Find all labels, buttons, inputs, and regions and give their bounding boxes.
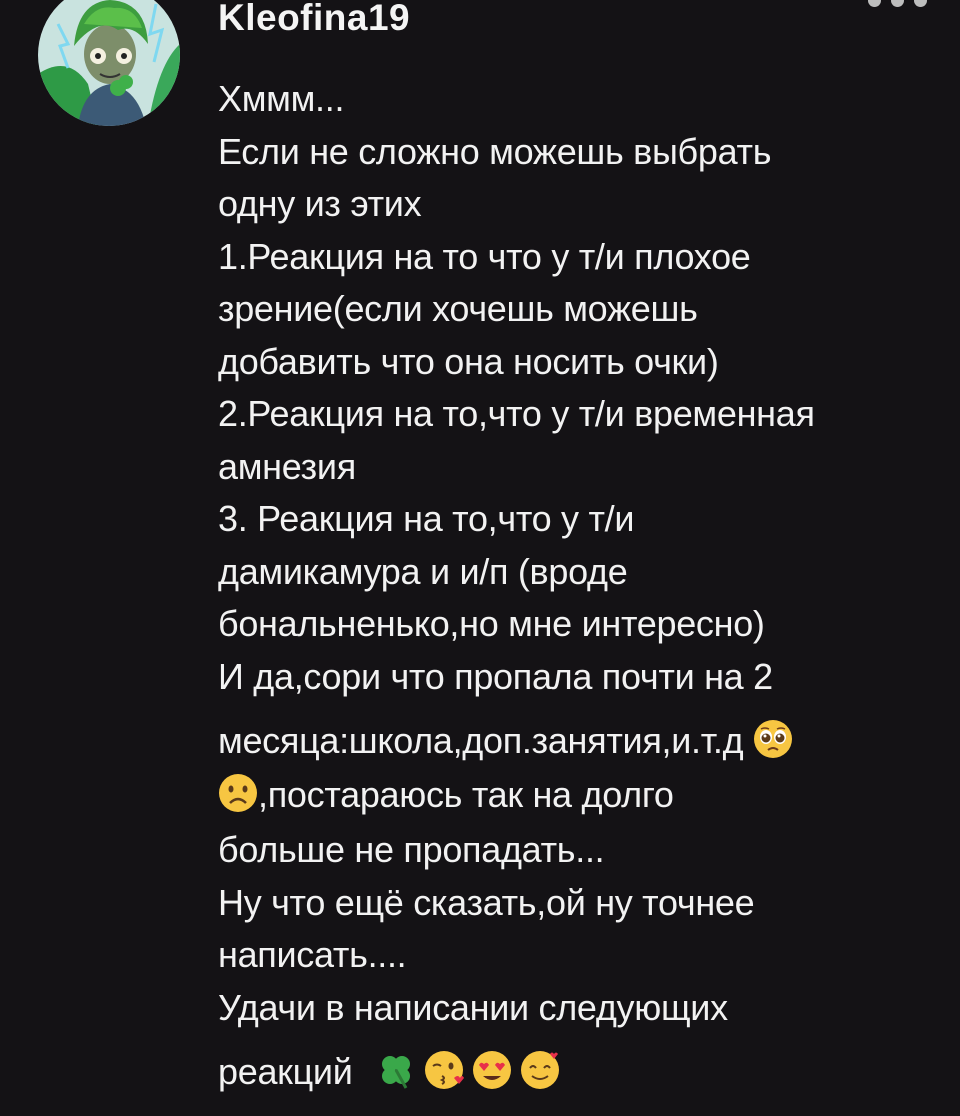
comment-line: больше не пропадать... (218, 829, 605, 870)
username[interactable]: Kleofina19 (218, 0, 410, 40)
comment: Kleofina19 Хммм... Если не сложно можешь… (0, 0, 960, 1116)
comment-line: амнезия (218, 445, 356, 487)
comment-line-with-emoji: реакций (218, 1034, 948, 1109)
comment-line: одну из этих (218, 183, 422, 224)
comment-text: Хммм... Если не сложно можешь выбрать од… (218, 73, 948, 1109)
comment-line: Если не сложно можешь выбрать (218, 130, 772, 172)
dot-icon (914, 0, 927, 7)
comment-line: написать.... (218, 934, 407, 975)
comment-line: добавить что она носить очки) (218, 340, 719, 382)
comment-line: Хммм... (218, 78, 345, 119)
dot-icon (868, 0, 881, 7)
comment-line-with-emoji: ,постараюсь так на долго (218, 766, 948, 824)
more-options-button[interactable] (866, 0, 930, 12)
comment-line: зрение(если хочешь можешь (218, 288, 698, 329)
user-avatar[interactable] (38, 0, 180, 126)
comment-line: бональненько,но мне интересно) (218, 603, 765, 644)
avatar-image (38, 0, 180, 126)
comment-line: 1.Реакция на то что у т/и плохое (218, 235, 751, 277)
dot-icon (891, 0, 904, 7)
comment-line: ,постараюсь так на долго (258, 774, 674, 815)
comment-line: Ну что ещё сказать,ой ну точнее (218, 881, 755, 923)
smiling-face-with-hearts-icon (521, 1051, 560, 1089)
comment-line: И да,сори что пропала почти на 2 (218, 655, 773, 697)
heart-eyes-face-icon (473, 1051, 512, 1089)
comment-line: 2.Реакция на то,что у т/и временная (218, 393, 815, 434)
comment-line: дамикамура и и/п (вроде (218, 550, 628, 592)
comment-line: Удачи в написании следующих (218, 986, 728, 1028)
frowning-face-icon (219, 774, 257, 812)
pleading-face-icon (754, 720, 793, 758)
four-leaf-clover-icon (382, 1056, 411, 1089)
face-blowing-kiss-icon (425, 1051, 465, 1089)
comment-line: реакций (218, 1051, 353, 1092)
comment-line: месяца:школа,доп.занятия,и.т.д (218, 720, 744, 761)
comment-line: 3. Реакция на то,что у т/и (218, 498, 635, 539)
